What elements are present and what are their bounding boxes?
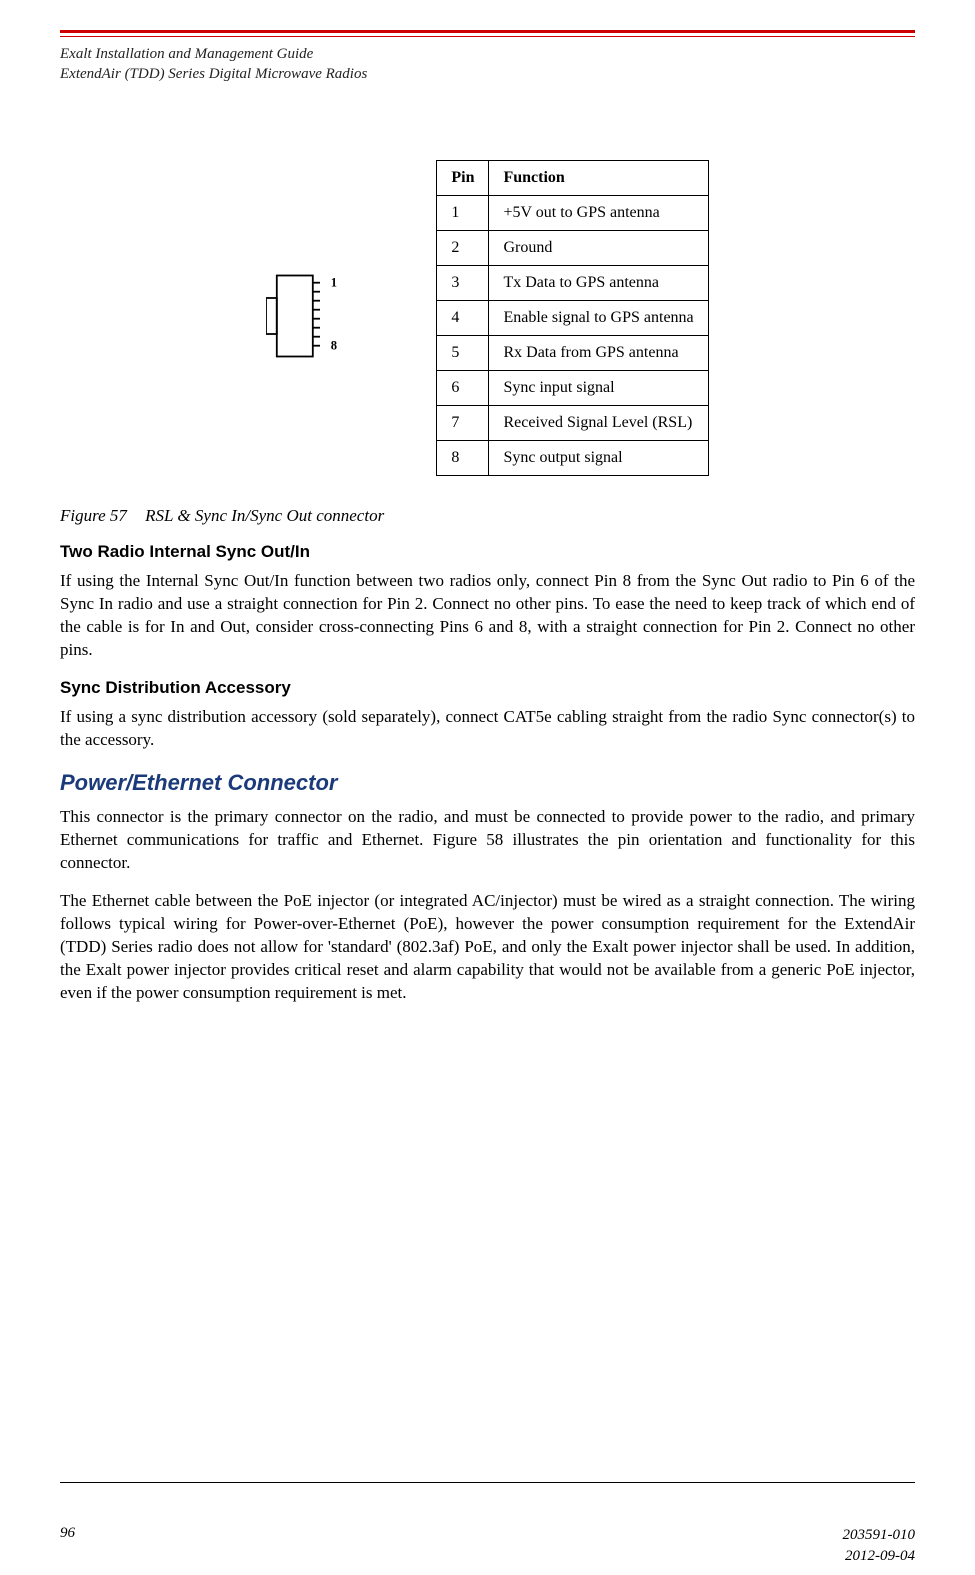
table-row: 8Sync output signal — [437, 441, 708, 476]
section-power-ethernet: Power/Ethernet Connector — [60, 770, 915, 796]
doc-number: 203591-010 — [843, 1527, 916, 1543]
doc-date: 2012-09-04 — [845, 1548, 915, 1564]
table-header-row: Pin Function — [437, 161, 708, 196]
col-function: Function — [489, 161, 708, 196]
table-row: 7Received Signal Level (RSL) — [437, 406, 708, 441]
footer-rule — [60, 1482, 915, 1483]
header-line2: ExtendAir (TDD) Series Digital Microwave… — [60, 65, 367, 85]
subheading-two-radio: Two Radio Internal Sync Out/In — [60, 542, 915, 562]
pin-label-1: 1 — [331, 275, 337, 289]
page-header: Exalt Installation and Management Guide … — [60, 45, 367, 84]
pins-table: Pin Function 1+5V out to GPS antenna 2Gr… — [436, 160, 708, 476]
table-row: 1+5V out to GPS antenna — [437, 196, 708, 231]
para-sync-dist: If using a sync distribution accessory (… — [60, 706, 915, 752]
header-line1: Exalt Installation and Management Guide — [60, 45, 367, 65]
figure-caption: Figure 57 RSL & Sync In/Sync Out connect… — [60, 506, 915, 526]
para-power-eth-2: The Ethernet cable between the PoE injec… — [60, 890, 915, 1005]
figure-block: 1 8 Pin Function 1+5V out to GPS antenna… — [60, 160, 915, 476]
page-content: 1 8 Pin Function 1+5V out to GPS antenna… — [60, 160, 915, 1021]
col-pin: Pin — [437, 161, 489, 196]
page-number: 96 — [60, 1525, 75, 1542]
figure-title: RSL & Sync In/Sync Out connector — [145, 506, 384, 525]
header-rule-thin — [60, 36, 915, 37]
table-row: 5Rx Data from GPS antenna — [437, 336, 708, 371]
table-row: 6Sync input signal — [437, 371, 708, 406]
table-row: 2Ground — [437, 231, 708, 266]
figure-number: Figure 57 — [60, 506, 127, 525]
connector-diagram: 1 8 — [266, 266, 356, 371]
header-rule-thick — [60, 30, 915, 33]
para-two-radio: If using the Internal Sync Out/In functi… — [60, 570, 915, 662]
para-power-eth-1: This connector is the primary connector … — [60, 806, 915, 875]
pin-label-8: 8 — [331, 338, 337, 352]
table-row: 4Enable signal to GPS antenna — [437, 301, 708, 336]
subheading-sync-dist: Sync Distribution Accessory — [60, 678, 915, 698]
table-row: 3Tx Data to GPS antenna — [437, 266, 708, 301]
